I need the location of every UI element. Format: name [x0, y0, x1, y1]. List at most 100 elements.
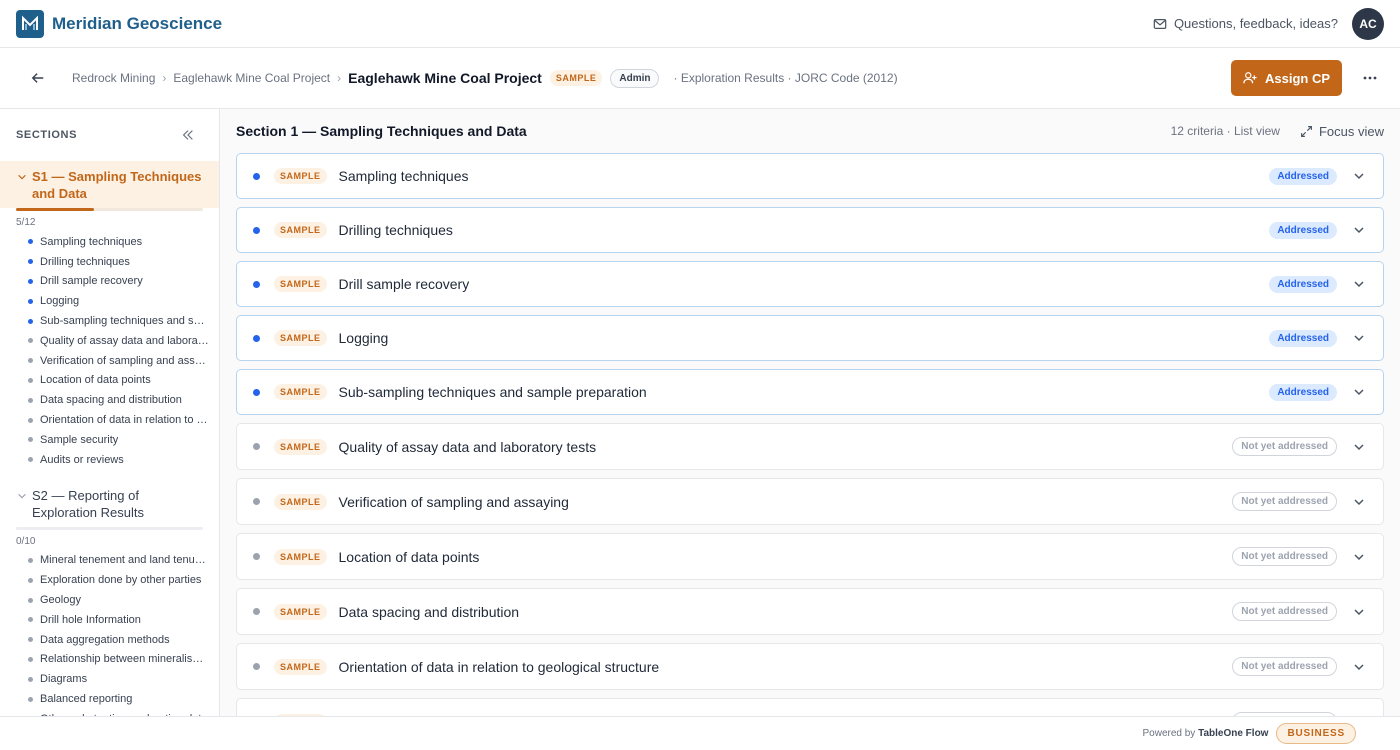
expand-chevron[interactable]	[1353, 386, 1365, 398]
focus-view-label: Focus view	[1318, 123, 1384, 139]
status-dot	[253, 226, 260, 234]
breadcrumb-org[interactable]: Redrock Mining	[72, 71, 155, 85]
chevron-down-icon	[1354, 608, 1364, 615]
criteria-count: 12 criteria · List view	[1170, 124, 1280, 138]
sidebar-criterion-label: Relationship between mineralisation widt…	[40, 653, 209, 666]
logo[interactable]	[16, 9, 44, 38]
sidebar-criterion[interactable]: Data spacing and distribution	[0, 390, 219, 410]
expand-chevron[interactable]	[1353, 496, 1365, 508]
expand-chevron[interactable]	[1353, 606, 1365, 618]
sidebar-criterion[interactable]: Quality of assay data and laboratory tes…	[0, 331, 219, 351]
assign-cp-button[interactable]: Assign CP	[1230, 60, 1342, 96]
assign-cp-label: Assign CP	[1264, 70, 1330, 86]
sidebar-criterion[interactable]: Sample security	[0, 430, 219, 450]
section-progress-count: 0/10	[16, 535, 36, 547]
sample-tag: SAMPLE	[274, 168, 327, 184]
status-dot	[253, 280, 260, 288]
criterion-title: Drill sample recovery	[338, 276, 470, 292]
sidebar-criterion[interactable]: Sub-sampling techniques and sample prepa…	[0, 311, 219, 331]
sidebar-criterion[interactable]: Location of data points	[0, 371, 219, 391]
criterion-card[interactable]: SAMPLE Orientation of data in relation to…	[236, 643, 1384, 690]
sidebar-criterion[interactable]: Other substantive exploration data	[0, 709, 219, 716]
sidebar-criterion[interactable]: Diagrams	[0, 669, 219, 689]
status-dot	[28, 338, 33, 344]
expand-chevron[interactable]	[1353, 441, 1365, 453]
brand-name[interactable]: Meridian Geoscience	[52, 14, 222, 34]
breadcrumb: Redrock Mining › Eaglehawk Mine Coal Pro…	[72, 68, 898, 88]
section-header: Section 1 — Sampling Techniques and Data…	[220, 109, 1400, 153]
criterion-card[interactable]: SAMPLE Location of data points Not yet add…	[236, 533, 1384, 580]
sidebar-criterion-label: Geology	[40, 594, 81, 607]
criterion-title: Quality of assay data and laboratory tes…	[338, 438, 597, 455]
project-meta: · Exploration Results · JORC Code (2012)	[673, 71, 898, 85]
status-dot	[253, 443, 260, 450]
status-dot	[28, 377, 33, 383]
expand-chevron[interactable]	[1353, 170, 1365, 182]
powered-brand: TableOne Flow	[1198, 728, 1269, 739]
breadcrumb-project[interactable]: Eaglehawk Mine Coal Project	[173, 71, 330, 85]
chevron-down-icon	[18, 493, 26, 499]
sidebar-criterion-label: Verification of sampling and assaying	[40, 354, 209, 367]
status-dot	[253, 553, 260, 560]
sidebar-criterion[interactable]: Audits or reviews	[0, 450, 219, 470]
sidebar-criterion[interactable]: Drill sample recovery	[0, 272, 219, 292]
sidebar-criterion[interactable]: Sampling techniques	[0, 232, 219, 252]
status-dot	[253, 388, 260, 396]
sidebar-criterion[interactable]: Geology	[0, 590, 219, 610]
sidebar-header: SECTIONS	[0, 109, 219, 161]
sample-tag: SAMPLE	[274, 384, 327, 400]
user-avatar[interactable]: AC	[1352, 7, 1384, 40]
status-dot	[28, 637, 33, 643]
criterion-card[interactable]: SAMPLE Sampling techniques Addressed	[236, 153, 1384, 199]
sidebar-criterion[interactable]: Data aggregation methods	[0, 630, 219, 650]
sample-tag: SAMPLE	[274, 330, 327, 346]
status-dot	[253, 663, 260, 670]
criterion-card[interactable]: SAMPLE Drill sample recovery Addressed	[236, 261, 1384, 307]
top-bar: Meridian Geoscience Questions, feedback,…	[0, 0, 1400, 48]
criterion-card[interactable]: SAMPLE Drilling techniques Addressed	[236, 207, 1384, 253]
criterion-title: Orientation of data in relation to geolo…	[338, 658, 660, 675]
sidebar-criterion[interactable]: Exploration done by other parties	[0, 570, 219, 590]
chevron-down-icon	[1354, 553, 1364, 560]
expand-chevron[interactable]	[1353, 224, 1365, 236]
arrow-left-icon	[31, 73, 44, 83]
more-options-button[interactable]	[1356, 64, 1384, 92]
sidebar-criterion-label: Drill hole Information	[40, 613, 141, 626]
collapse-sidebar-button[interactable]	[181, 128, 195, 142]
sidebar-criterion[interactable]: Balanced reporting	[0, 689, 219, 709]
criterion-card[interactable]: SAMPLENot yet addressed	[236, 698, 1384, 716]
expand-icon	[1301, 125, 1312, 137]
status-dot	[253, 172, 260, 180]
criterion-card[interactable]: SAMPLE Quality of assay data and laborato…	[236, 423, 1384, 470]
logo-icon	[22, 15, 38, 30]
back-button[interactable]	[16, 62, 60, 94]
feedback-link[interactable]: Questions, feedback, ideas?	[1153, 16, 1338, 31]
sample-tag: SAMPLE	[274, 438, 327, 455]
status-dot	[28, 656, 33, 662]
sidebar-criterion[interactable]: Drilling techniques	[0, 252, 219, 272]
expand-chevron[interactable]	[1353, 332, 1365, 344]
status-dot	[28, 577, 33, 583]
criterion-card[interactable]: SAMPLE Verification of sampling and assay…	[236, 478, 1384, 525]
sidebar-criterion[interactable]: Mineral tenement and land tenure status	[0, 551, 219, 571]
chevron-down-icon	[1354, 335, 1364, 342]
status-badge: Addressed	[1269, 275, 1337, 293]
criterion-card[interactable]: SAMPLE Sub-sampling techniques and sample…	[236, 369, 1384, 415]
status-dot	[253, 608, 260, 615]
sidebar-criterion[interactable]: Verification of sampling and assaying	[0, 351, 219, 371]
status-badge: Addressed	[1269, 167, 1337, 185]
expand-chevron[interactable]	[1353, 278, 1365, 290]
sidebar-section-title: S1 — Sampling Techniques and Data	[32, 169, 202, 201]
sidebar-criterion[interactable]: Relationship between mineralisation widt…	[0, 650, 219, 670]
criterion-card[interactable]: SAMPLE Logging Addressed	[236, 315, 1384, 361]
breadcrumb-separator: ›	[162, 71, 167, 85]
sidebar-criterion[interactable]: Logging	[0, 291, 219, 311]
sidebar-criterion[interactable]: Drill hole Information	[0, 610, 219, 630]
sidebar-section-2[interactable]: S2 — Reporting of Exploration Results	[0, 480, 219, 527]
criterion-card[interactable]: SAMPLE Data spacing and distribution Not y…	[236, 588, 1384, 635]
focus-view-button[interactable]: Focus view	[1300, 124, 1384, 139]
expand-chevron[interactable]	[1353, 551, 1365, 563]
sidebar-section-1[interactable]: S1 — Sampling Techniques and Data	[0, 161, 219, 208]
expand-chevron[interactable]	[1353, 661, 1365, 673]
sidebar-criterion[interactable]: Orientation of data in relation to geolo…	[0, 410, 219, 430]
